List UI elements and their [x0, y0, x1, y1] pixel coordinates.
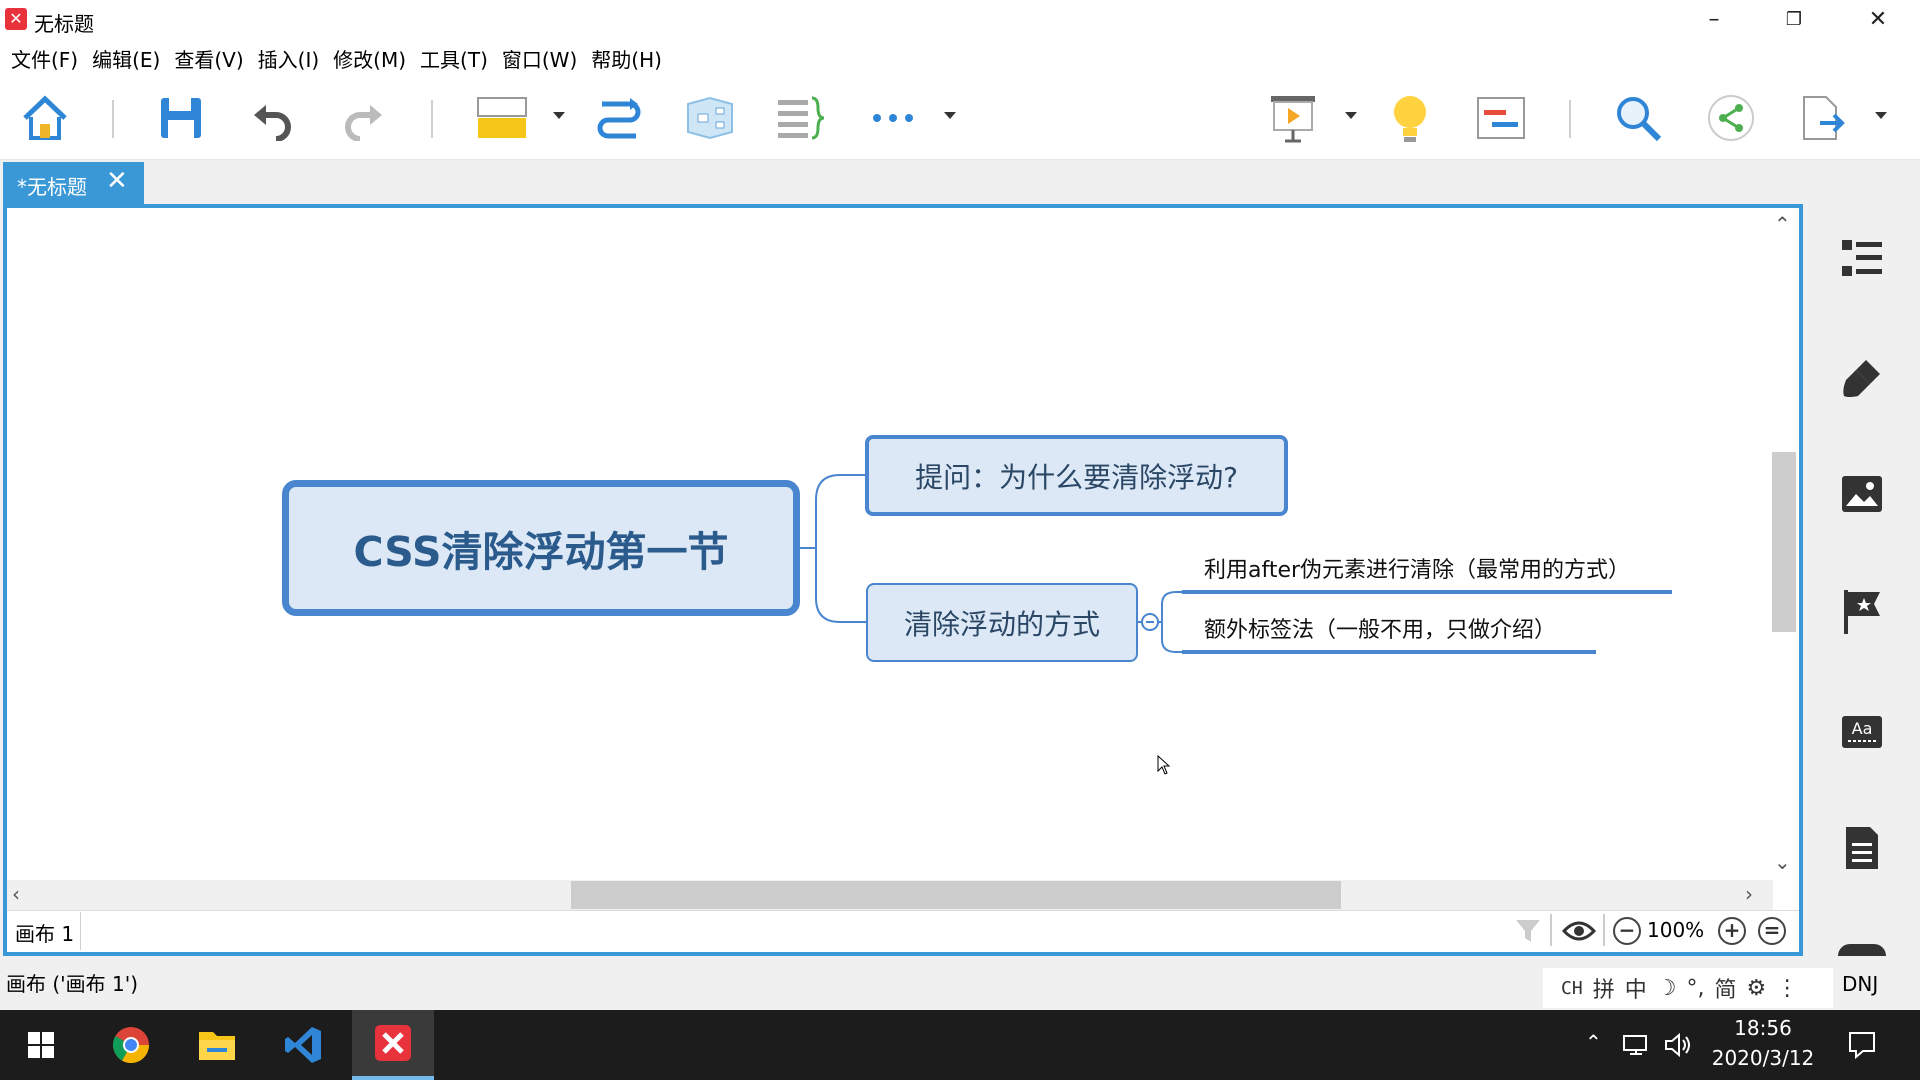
subtopic-after-pseudo[interactable]: 利用after伪元素进行清除（最常用的方式）: [1204, 552, 1630, 584]
ime-settings-icon[interactable]: ⚙: [1746, 976, 1766, 1001]
ime-toolbar: CH 拼 中 ☽ °, 简 ⚙ ⋮: [1543, 968, 1833, 1008]
sheet-tab[interactable]: 画布 1: [7, 912, 81, 950]
marker-panel-button[interactable]: [1834, 584, 1890, 640]
scroll-up-icon[interactable]: ⌃: [1774, 212, 1791, 236]
ime-punctuation[interactable]: °,: [1686, 976, 1704, 1001]
zoom-in-button[interactable]: +: [1718, 917, 1746, 945]
status-text: 画布 ('画布 1'): [6, 972, 139, 996]
brush-icon: [1843, 360, 1880, 397]
vertical-scroll-thumb[interactable]: [1772, 452, 1796, 632]
filter-icon[interactable]: [1514, 917, 1542, 945]
ime-lang[interactable]: CH: [1561, 978, 1583, 999]
scroll-right-icon[interactable]: ›: [1745, 882, 1753, 906]
xmind-taskbar-button[interactable]: [352, 1010, 434, 1080]
folder-icon: [199, 1032, 235, 1060]
topic-question[interactable]: 提问：为什么要清除浮动?: [865, 435, 1288, 516]
tray-clock-date[interactable]: 2020/3/12: [1708, 1046, 1818, 1070]
topic-methods[interactable]: 清除浮动的方式: [866, 583, 1138, 662]
central-topic[interactable]: CSS清除浮动第一节: [282, 480, 800, 616]
subtopic-extra-tag[interactable]: 额外标签法（一般不用，只做介绍）: [1204, 612, 1556, 644]
ime-simplified[interactable]: 简: [1714, 972, 1736, 1004]
format-panel-button[interactable]: [1834, 350, 1890, 406]
start-button[interactable]: [6, 1010, 76, 1080]
notification-icon[interactable]: [1847, 1030, 1877, 1060]
outline-panel-button[interactable]: [1834, 230, 1890, 286]
tray-clock-time[interactable]: 18:56: [1708, 1016, 1818, 1040]
more-panels-icon[interactable]: [1838, 944, 1886, 956]
sheetbar-divider: [1550, 914, 1552, 946]
vscode-icon: [285, 1027, 321, 1063]
zoom-fit-button[interactable]: =: [1758, 917, 1786, 945]
zoom-level: 100%: [1647, 918, 1705, 942]
horizontal-scroll-thumb[interactable]: [571, 881, 1341, 909]
chrome-taskbar-button[interactable]: [96, 1010, 166, 1080]
scroll-left-icon[interactable]: ‹: [12, 882, 20, 906]
windows-icon: [28, 1032, 54, 1058]
scroll-down-icon[interactable]: ⌄: [1774, 850, 1791, 874]
mouse-cursor-icon: [1157, 755, 1171, 775]
chrome-icon: [112, 1027, 149, 1064]
xmind-icon: [375, 1025, 411, 1061]
outline-icon: [1842, 240, 1882, 276]
style-panel-button[interactable]: Aa: [1834, 704, 1890, 760]
image-panel-button[interactable]: [1834, 466, 1890, 522]
volume-icon[interactable]: [1664, 1032, 1692, 1058]
sheetbar-divider: [1603, 914, 1605, 946]
notes-panel-button[interactable]: [1834, 820, 1890, 876]
network-icon[interactable]: [1622, 1034, 1652, 1056]
svg-text:Aa: Aa: [1852, 719, 1873, 738]
document-icon: [1846, 827, 1878, 869]
image-icon: [1842, 476, 1882, 512]
ime-extra-label: DNJ: [1842, 972, 1879, 996]
ime-menu-icon[interactable]: ⋮: [1776, 976, 1798, 1001]
vscode-taskbar-button[interactable]: [268, 1010, 338, 1080]
tray-chevron-up-icon[interactable]: ⌃: [1585, 1030, 1602, 1054]
flag-icon: [1844, 590, 1880, 634]
text-style-icon: Aa: [1842, 716, 1882, 748]
ime-halfwidth[interactable]: ☽: [1657, 976, 1677, 1001]
eye-icon[interactable]: [1562, 919, 1596, 943]
zoom-out-button[interactable]: −: [1613, 917, 1641, 945]
ime-pinyin[interactable]: 拼: [1593, 972, 1615, 1004]
ime-chinese[interactable]: 中: [1625, 972, 1647, 1004]
explorer-taskbar-button[interactable]: [182, 1010, 252, 1080]
